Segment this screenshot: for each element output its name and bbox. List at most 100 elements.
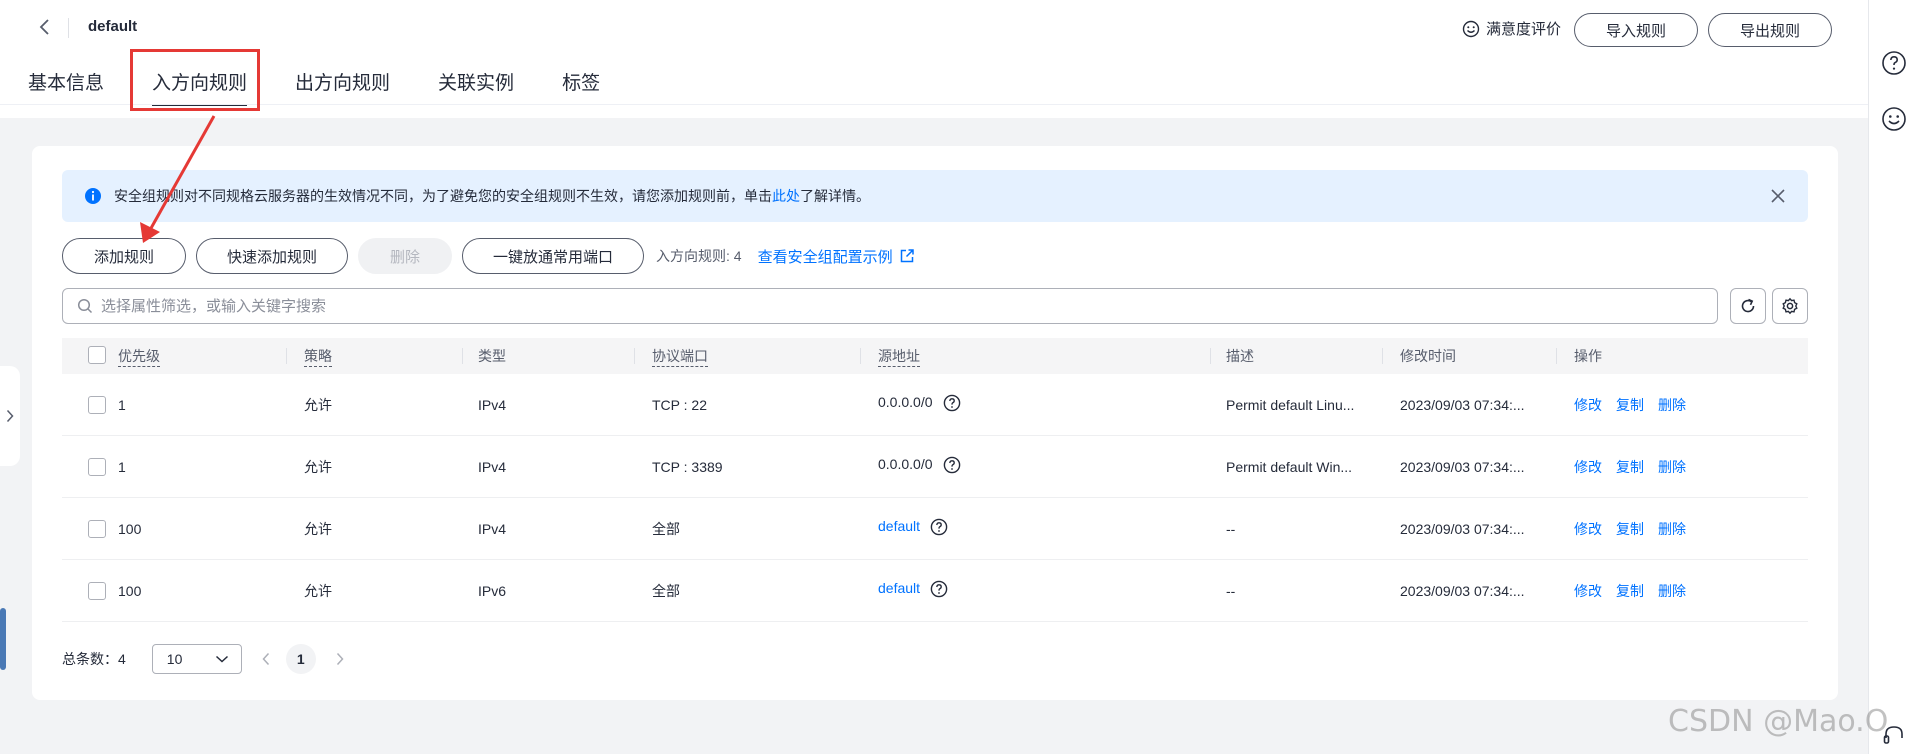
prev-page-icon[interactable]	[258, 651, 274, 667]
cell-source: default	[878, 518, 948, 536]
settings-button[interactable]	[1772, 288, 1808, 324]
edit-link[interactable]: 修改	[1574, 521, 1602, 537]
rules-card: 安全组规则对不同规格云服务器的生效情况不同，为了避免您的安全组规则不生效，请您添…	[32, 146, 1838, 700]
tabs-divider	[0, 104, 1868, 105]
back-icon[interactable]	[34, 16, 56, 38]
tab-tags[interactable]: 标签	[562, 62, 600, 104]
config-example-link[interactable]: 查看安全组配置示例	[758, 246, 915, 267]
alert-details-link[interactable]: 此处	[772, 186, 800, 206]
help-circle-icon[interactable]	[943, 456, 961, 474]
source-value: 0.0.0.0/0	[878, 456, 933, 472]
edit-link[interactable]: 修改	[1574, 459, 1602, 475]
close-icon[interactable]	[1768, 186, 1788, 206]
cell-modified-time: 2023/09/03 07:34:...	[1400, 396, 1525, 413]
cell-priority: 1	[118, 458, 126, 475]
tab-outbound-rules[interactable]: 出方向规则	[295, 62, 390, 104]
export-rules-button[interactable]: 导出规则	[1708, 13, 1832, 47]
column-divider	[1210, 348, 1211, 364]
table-row: 1 允许 IPv4 TCP : 22 0.0.0.0/0 Permit defa…	[62, 374, 1808, 436]
edit-link[interactable]: 修改	[1574, 583, 1602, 599]
header-port[interactable]: 协议端口	[652, 346, 708, 367]
header-description: 描述	[1226, 348, 1254, 364]
cell-type: IPv4	[478, 396, 507, 413]
delete-link[interactable]: 删除	[1658, 521, 1686, 537]
cell-policy: 允许	[304, 520, 332, 537]
header-source[interactable]: 源地址	[878, 346, 920, 367]
cell-port: TCP : 22	[652, 396, 707, 413]
header-priority[interactable]: 优先级	[118, 346, 160, 367]
copy-link[interactable]: 复制	[1616, 459, 1644, 475]
table-row: 100 允许 IPv4 全部 default -- 2023/09/03 07:…	[62, 498, 1808, 560]
scroll-thumb[interactable]	[0, 608, 6, 670]
source-security-group-link[interactable]: default	[878, 518, 920, 534]
header-type: 类型	[478, 348, 506, 364]
delete-button[interactable]: 删除	[358, 238, 452, 274]
info-icon	[85, 188, 101, 204]
column-divider	[860, 348, 861, 364]
cell-policy: 允许	[304, 396, 332, 413]
row-checkbox[interactable]	[88, 458, 106, 476]
next-page-icon[interactable]	[332, 651, 348, 667]
copy-link[interactable]: 复制	[1616, 521, 1644, 537]
cell-source: default	[878, 580, 948, 598]
delete-link[interactable]: 删除	[1658, 583, 1686, 599]
refresh-button[interactable]	[1730, 288, 1766, 324]
cell-type: IPv6	[478, 582, 507, 599]
select-all-checkbox[interactable]	[88, 346, 106, 364]
cell-source: 0.0.0.0/0	[878, 456, 961, 474]
search-input[interactable]	[101, 297, 1601, 315]
column-divider	[1382, 348, 1383, 364]
row-checkbox[interactable]	[88, 520, 106, 538]
table-header: 优先级 策略 类型 协议端口 源地址 描述 修改时间 操作	[62, 338, 1808, 374]
cell-modified-time: 2023/09/03 07:34:...	[1400, 520, 1525, 537]
column-divider	[286, 348, 287, 364]
row-checkbox[interactable]	[88, 396, 106, 414]
page-size-select[interactable]: 10	[151, 644, 242, 674]
help-circle-icon[interactable]	[930, 518, 948, 536]
page-title: default	[88, 18, 138, 35]
quick-add-rule-button[interactable]: 快速添加规则	[196, 238, 348, 274]
import-rules-button[interactable]: 导入规则	[1574, 13, 1698, 47]
add-rule-button[interactable]: 添加规则	[62, 238, 186, 274]
sidebar-expand-handle[interactable]	[0, 366, 20, 466]
help-circle-icon[interactable]	[930, 580, 948, 598]
header-policy[interactable]: 策略	[304, 346, 332, 367]
toolbar: 添加规则 快速添加规则 删除 一键放通常用端口 入方向规则: 4 查看安全组配置…	[62, 238, 915, 274]
source-security-group-link[interactable]: default	[878, 580, 920, 596]
chevron-down-icon	[215, 655, 228, 663]
satisfaction-link[interactable]: 满意度评价	[1462, 18, 1561, 39]
help-icon[interactable]	[1881, 50, 1907, 76]
cell-priority: 100	[118, 520, 142, 537]
cell-operations: 修改 复制 删除	[1574, 581, 1700, 601]
search-icon	[77, 298, 93, 314]
copy-link[interactable]: 复制	[1616, 583, 1644, 599]
column-divider	[1556, 348, 1557, 364]
pagination: 总条数：4 10 1	[62, 644, 348, 674]
copy-link[interactable]: 复制	[1616, 397, 1644, 413]
cell-type: IPv4	[478, 520, 507, 537]
delete-link[interactable]: 删除	[1658, 397, 1686, 413]
total-count: 总条数：4	[62, 651, 126, 667]
search-bar	[62, 288, 1718, 324]
open-common-ports-button[interactable]: 一键放通常用端口	[462, 238, 644, 274]
help-circle-icon[interactable]	[943, 394, 961, 412]
cell-operations: 修改 复制 删除	[1574, 519, 1700, 539]
tab-associated-instances[interactable]: 关联实例	[438, 62, 514, 104]
delete-link[interactable]: 删除	[1658, 459, 1686, 475]
cell-port: TCP : 3389	[652, 458, 723, 475]
row-checkbox[interactable]	[88, 582, 106, 600]
tab-basic-info[interactable]: 基本信息	[28, 62, 104, 104]
alert-text-after: 了解详情。	[800, 188, 870, 204]
cell-description: Permit default Linu...	[1226, 396, 1355, 413]
feedback-smile-icon[interactable]	[1881, 106, 1907, 132]
header-modified-time: 修改时间	[1400, 348, 1456, 364]
cell-policy: 允许	[304, 582, 332, 599]
tab-inbound-rules[interactable]: 入方向规则	[152, 62, 248, 106]
cell-description: --	[1226, 582, 1236, 599]
refresh-icon	[1741, 298, 1755, 313]
config-example-label: 查看安全组配置示例	[757, 248, 893, 266]
edit-link[interactable]: 修改	[1574, 397, 1602, 413]
cell-operations: 修改 复制 删除	[1574, 457, 1700, 477]
page-number-current[interactable]: 1	[285, 644, 316, 674]
tab-bar: 基本信息 入方向规则 出方向规则 关联实例 标签	[28, 62, 648, 106]
